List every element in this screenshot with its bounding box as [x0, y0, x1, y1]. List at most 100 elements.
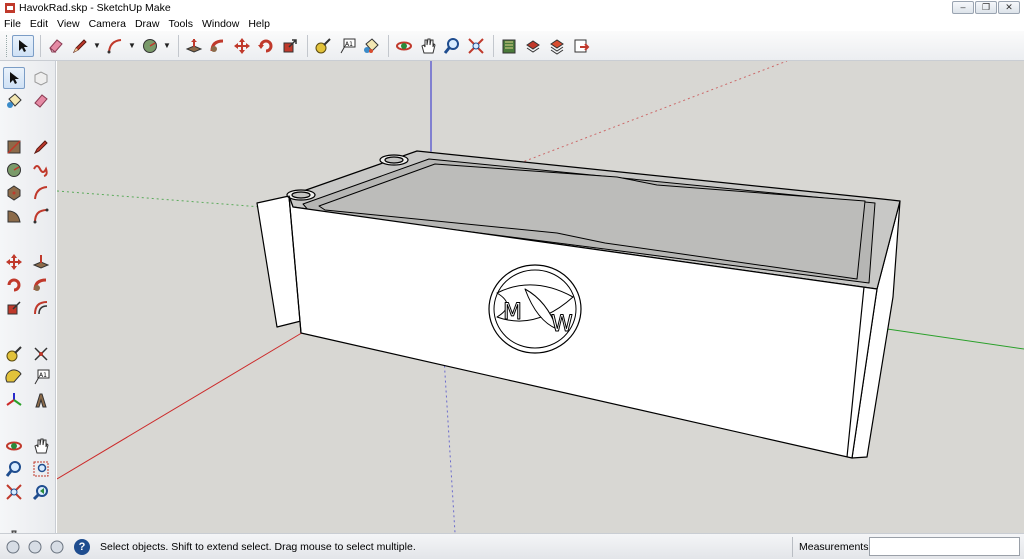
- zoom-extents-icon: [468, 37, 484, 54]
- pencil-icon: [72, 38, 87, 53]
- text-icon: A1: [34, 369, 50, 385]
- menu-tools[interactable]: Tools: [168, 18, 193, 30]
- push-pull-icon: [185, 38, 203, 53]
- menu-view[interactable]: View: [57, 18, 80, 30]
- zoom-window-icon: [33, 461, 49, 477]
- arc-icon: [34, 186, 48, 200]
- orbit-tool-button[interactable]: [393, 35, 415, 57]
- component-tool-button[interactable]: [30, 67, 52, 89]
- status-bar: ? Select objects. Shift to extend select…: [0, 533, 1024, 559]
- maximize-button[interactable]: ❐: [975, 1, 997, 14]
- move-tool-button[interactable]: [3, 251, 25, 273]
- toolbar-separator: [40, 34, 41, 57]
- select-icon: [19, 39, 28, 52]
- menu-draw[interactable]: Draw: [135, 18, 160, 30]
- menu-camera[interactable]: Camera: [89, 18, 126, 30]
- eraser-tool-button[interactable]: [45, 35, 67, 57]
- toolbar-separator: [178, 34, 179, 57]
- credits-status-icon[interactable]: [26, 538, 44, 556]
- arc-tool-button[interactable]: [30, 182, 52, 204]
- polygon-tool-button[interactable]: [3, 182, 25, 204]
- arc-tool-button[interactable]: [104, 35, 126, 57]
- menu-file[interactable]: File: [4, 18, 21, 30]
- get-models-icon: [550, 38, 564, 55]
- push-pull-tool-button[interactable]: [30, 251, 52, 273]
- scale-tool-button[interactable]: [3, 297, 25, 319]
- select-tool-button[interactable]: [3, 67, 25, 89]
- push-pull-tool-button[interactable]: [183, 35, 205, 57]
- circle-tool-button[interactable]: [139, 35, 161, 57]
- axes-tool-button[interactable]: [3, 389, 25, 411]
- geolocation-status-icon[interactable]: [4, 538, 22, 556]
- share-model-button[interactable]: [522, 35, 544, 57]
- model-viewport[interactable]: M W: [57, 61, 1024, 533]
- dimension-icon: [34, 347, 48, 361]
- protractor-tool-button[interactable]: [3, 366, 25, 388]
- status-separator: [792, 537, 793, 557]
- 3d-warehouse-button[interactable]: [498, 35, 520, 57]
- zoom-window-tool-button[interactable]: [30, 458, 52, 480]
- scale-tool-button[interactable]: [279, 35, 301, 57]
- minimize-button[interactable]: –: [952, 1, 974, 14]
- toolbar-gap: [3, 228, 54, 236]
- paint-bucket-icon: [7, 93, 22, 108]
- window-title: HavokRad.skp - SketchUp Make: [19, 2, 171, 14]
- circle-icon: [7, 163, 21, 177]
- paint-bucket-tool-button[interactable]: [3, 90, 25, 112]
- signin-status-icon[interactable]: [48, 538, 66, 556]
- close-button[interactable]: ✕: [998, 1, 1020, 14]
- rotate-icon: [258, 39, 273, 52]
- freehand-tool-button[interactable]: [30, 159, 52, 181]
- measurements-input[interactable]: [869, 537, 1020, 556]
- zoom-extents-tool-button[interactable]: [465, 35, 487, 57]
- arc-3pt-tool-button[interactable]: [30, 205, 52, 227]
- tape-measure-tool-button[interactable]: [3, 343, 25, 365]
- offset-tool-button[interactable]: [30, 297, 52, 319]
- 3d-text-icon: [35, 393, 47, 408]
- tape-measure-tool-button[interactable]: [312, 35, 334, 57]
- rotate-tool-button[interactable]: [255, 35, 277, 57]
- rotate-tool-button[interactable]: [3, 274, 25, 296]
- pencil-tool-button[interactable]: [69, 35, 91, 57]
- pie-tool-button[interactable]: [3, 205, 25, 227]
- get-models-button[interactable]: [546, 35, 568, 57]
- follow-me-tool-button[interactable]: [30, 274, 52, 296]
- extension-warehouse-button[interactable]: [570, 35, 592, 57]
- menu-edit[interactable]: Edit: [30, 18, 48, 30]
- text-tool-button[interactable]: A1: [336, 35, 358, 57]
- red-axis: [57, 330, 306, 480]
- menu-help[interactable]: Help: [248, 18, 270, 30]
- radiator-model[interactable]: M W: [256, 150, 901, 459]
- arc-dropdown[interactable]: ▼: [128, 35, 136, 57]
- share-model-icon: [526, 39, 540, 53]
- menu-window[interactable]: Window: [202, 18, 239, 30]
- dimension-tool-button[interactable]: [30, 343, 52, 365]
- pan-tool-button[interactable]: [417, 35, 439, 57]
- text-tool-button[interactable]: A1: [30, 366, 52, 388]
- select-tool-button[interactable]: [12, 34, 34, 57]
- orbit-tool-button[interactable]: [3, 435, 25, 457]
- scene-canvas[interactable]: M W: [57, 61, 1024, 533]
- 3d-text-tool-button[interactable]: [30, 389, 52, 411]
- rectangle-tool-button[interactable]: [3, 136, 25, 158]
- previous-view-tool-button[interactable]: [30, 481, 52, 503]
- circle-dropdown[interactable]: ▼: [163, 35, 171, 57]
- status-message: Select objects. Shift to extend select. …: [100, 540, 416, 553]
- orbit-icon: [396, 41, 412, 50]
- zoom-tool-button[interactable]: [441, 35, 463, 57]
- move-tool-button[interactable]: [231, 35, 253, 57]
- circle-tool-button[interactable]: [3, 159, 25, 181]
- zoom-tool-button[interactable]: [3, 458, 25, 480]
- follow-me-icon: [210, 39, 224, 52]
- zoom-extents-tool-button[interactable]: [3, 481, 25, 503]
- polygon-icon: [7, 185, 21, 201]
- toolbar-grip[interactable]: [6, 34, 9, 57]
- measurements-label: Measurements: [799, 541, 869, 553]
- pan-tool-button[interactable]: [30, 435, 52, 457]
- paint-bucket-tool-button[interactable]: [360, 35, 382, 57]
- follow-me-tool-button[interactable]: [207, 35, 229, 57]
- pencil-dropdown[interactable]: ▼: [93, 35, 101, 57]
- line-tool-button[interactable]: [30, 136, 52, 158]
- help-icon[interactable]: ?: [74, 538, 90, 555]
- eraser-tool-button[interactable]: [30, 90, 52, 112]
